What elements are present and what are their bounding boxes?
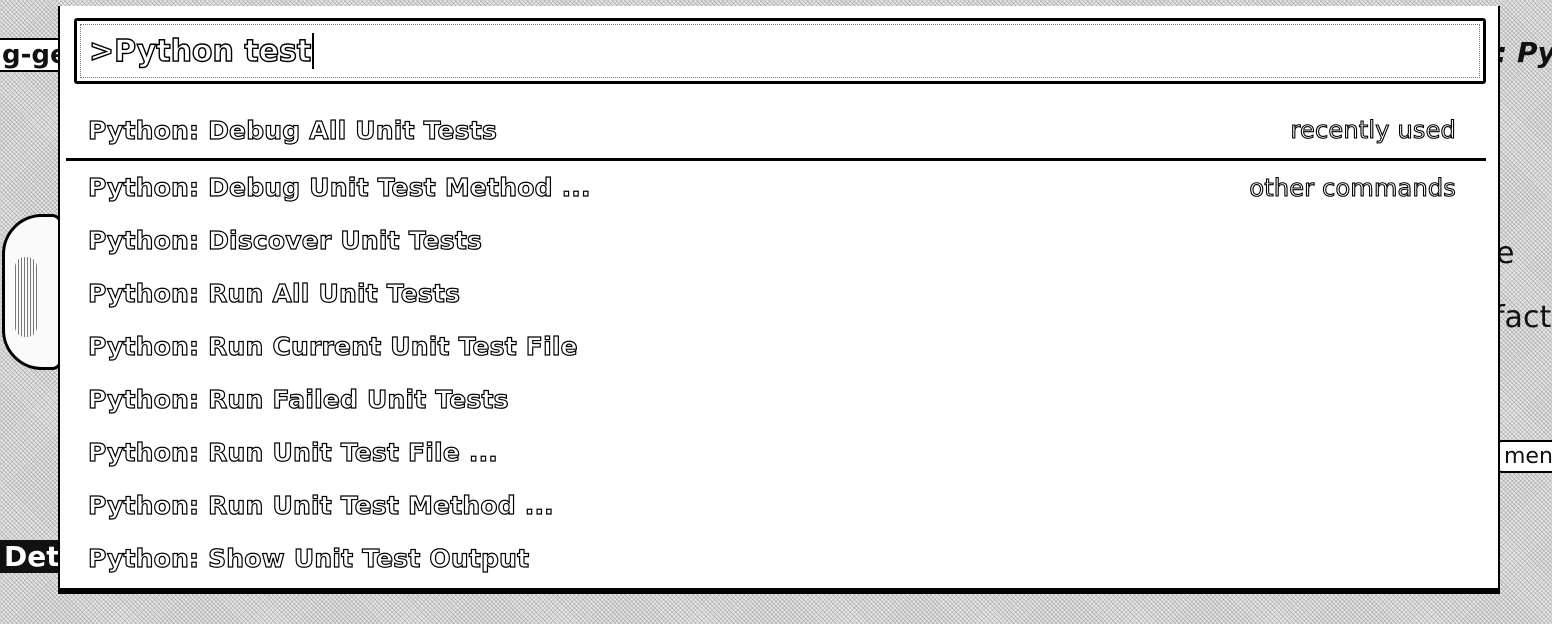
command-result-group: other commands — [1249, 173, 1457, 202]
command-result-label: Python: Run Current Unit Test File — [87, 331, 578, 361]
command-result-label: Python: Debug Unit Test Method ... — [87, 172, 591, 202]
command-result-item[interactable]: Python: Discover Unit Tests — [60, 214, 1498, 267]
editor-button-fragment[interactable]: menc — [1496, 440, 1552, 473]
editor-text-fragment: : Py — [1496, 36, 1552, 69]
command-result-label: Python: Run Unit Test Method ... — [87, 490, 554, 520]
command-result-label: Python: Show Unit Test Output — [87, 543, 530, 573]
command-result-item[interactable]: Python: Run Unit Test Method ... — [60, 479, 1498, 532]
command-palette-input-text: >Python test — [88, 33, 312, 69]
command-result-item[interactable]: Python: Run Unit Test File ... — [60, 426, 1498, 479]
command-result-label: Python: Run Failed Unit Tests — [87, 384, 509, 414]
command-result-group: recently used — [1290, 115, 1456, 144]
command-palette-input[interactable]: >Python test — [74, 18, 1486, 84]
command-result-item[interactable]: Python: Show Unit Test Output — [60, 532, 1498, 585]
command-result-label: Python: Run All Unit Tests — [87, 278, 461, 308]
command-result-item[interactable]: Python: Debug All Unit Tests recently us… — [60, 102, 1498, 158]
command-result-item[interactable]: Python: Run All Unit Tests — [60, 267, 1498, 320]
command-result-label: Python: Debug All Unit Tests — [87, 115, 498, 145]
command-results-list: Python: Debug All Unit Tests recently us… — [60, 102, 1498, 585]
command-result-label: Python: Discover Unit Tests — [87, 225, 483, 255]
command-result-label: Python: Run Unit Test File ... — [87, 437, 498, 467]
text-caret — [312, 33, 315, 69]
command-palette: >Python test Python: Debug All Unit Test… — [58, 6, 1500, 590]
command-result-item[interactable]: Python: Run Failed Unit Tests — [60, 373, 1498, 426]
command-result-item[interactable]: Python: Debug Unit Test Method ... other… — [60, 161, 1498, 214]
command-result-item[interactable]: Python: Run Current Unit Test File — [60, 320, 1498, 373]
editor-graphic-fragment — [2, 214, 62, 370]
editor-text-fragment: fact — [1494, 300, 1552, 335]
